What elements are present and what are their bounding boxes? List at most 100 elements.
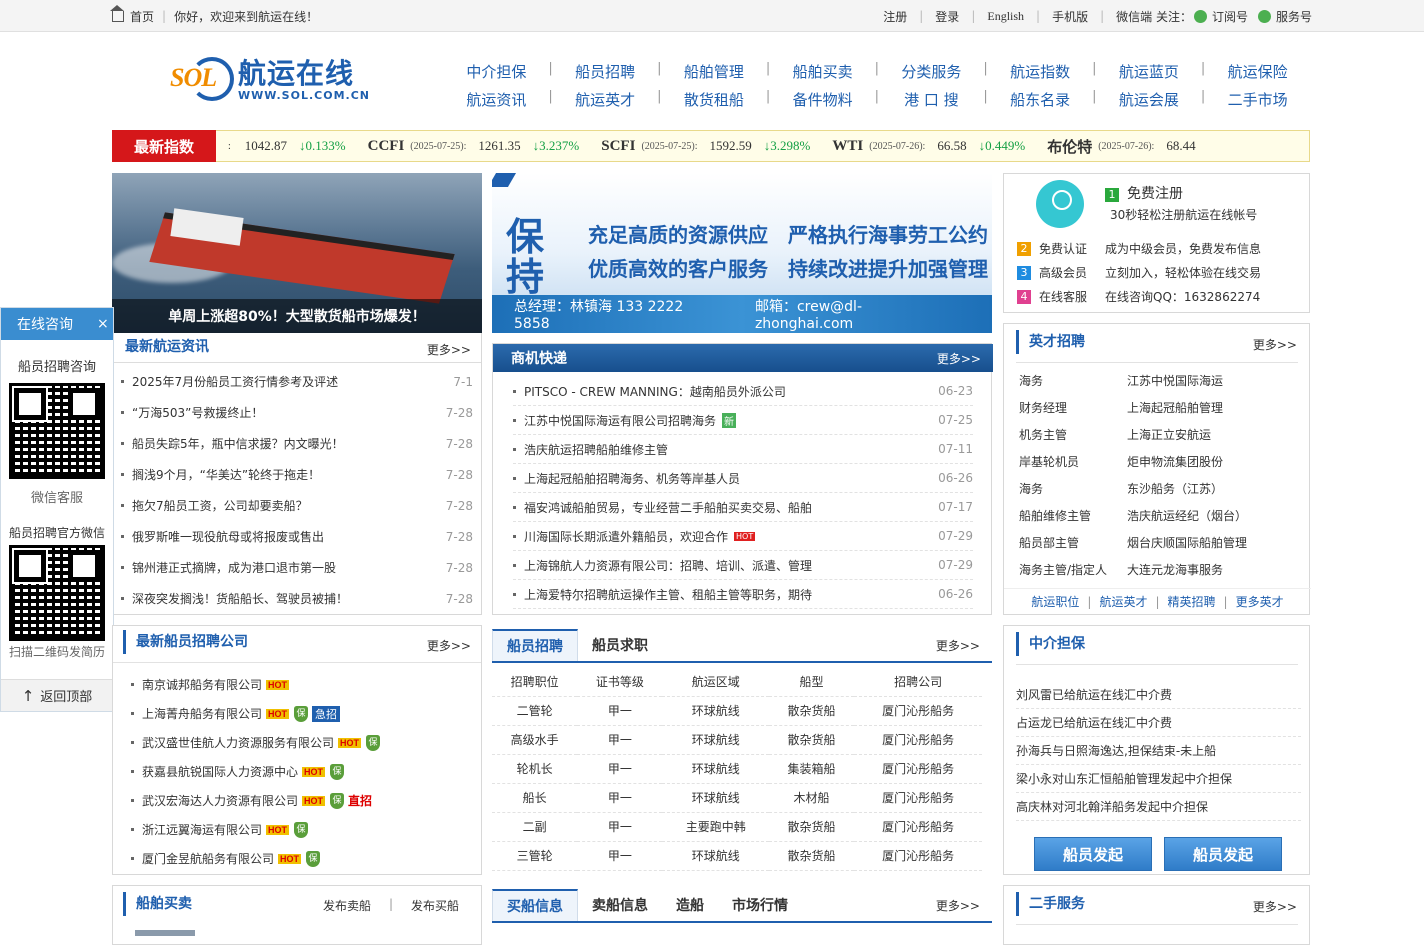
table-cell[interactable]: 二管轮 [492,696,578,726]
talent-position[interactable]: 财务经理 [1019,399,1127,416]
table-cell[interactable]: 甲一 [577,725,663,755]
company-name[interactable]: 武汉盛世佳航人力资源服务有限公司 [142,734,334,751]
companies-more-link[interactable]: 更多>> [427,637,471,654]
talent-company[interactable]: 上海正立安航运 [1127,426,1211,443]
company-item[interactable]: 获嘉县航锐国际人力资源中心 HOT 保 [131,757,471,786]
table-cell[interactable]: 环球航线 [662,725,769,755]
biz-title[interactable]: 上海起冠船舶招聘海务、机务等岸基人员 [524,470,740,487]
biz-title[interactable]: 福安鸿诚船舶贸易，专业经营二手船舶买卖交易、船舶 [524,499,812,516]
biz-title[interactable]: 上海锦航人力资源有限公司：招聘、培训、派遣、管理 [524,557,812,574]
company-name[interactable]: 武汉宏海达人力资源有限公司 [142,792,298,809]
table-cell[interactable]: 船长 [492,783,578,813]
close-icon[interactable]: × [97,316,109,332]
guarantee-item[interactable]: 占运龙已给航运在线汇中介费 [1016,709,1301,737]
talent-company[interactable]: 炬申物流集团股份 [1127,453,1223,470]
talent-position[interactable]: 海务 [1019,480,1127,497]
news-item[interactable]: 船员失踪5年，瓶中信求援？内文曝光！ 7-28 [121,428,473,459]
subscription-link[interactable]: 订阅号 [1212,8,1248,25]
news-item[interactable]: 锦州港正式摘牌，成为港口退市第一股 7-28 [121,552,473,583]
company-item[interactable]: 武汉宏海达人力资源有限公司 HOT 保直招 [131,786,471,815]
talent-company[interactable]: 上海起冠船舶管理 [1127,399,1223,416]
news-photo[interactable]: 单周上涨超80%！大型散货船市场爆发！ [112,173,482,333]
talent-position[interactable]: 海务 [1019,372,1127,389]
table-cell[interactable]: 高级水手 [492,725,578,755]
news-item[interactable]: “万海503”号救援终止！ 7-28 [121,397,473,428]
talent-foot-link[interactable]: 精英招聘 [1168,593,1216,610]
table-cell[interactable]: 散杂货船 [768,812,855,842]
ticker-index-name[interactable]: 布伦特 [1047,136,1092,157]
table-cell[interactable]: 散杂货船 [768,841,855,871]
home-icon[interactable] [110,4,124,22]
biz-title[interactable]: 上海爱特尔招聘航运操作主管、租船主管等职务，期待 [524,586,812,603]
jobs-more-link[interactable]: 更多>> [936,637,980,654]
biz-item[interactable]: 福安鸿诚船舶贸易，专业经营二手船舶买卖交易、船舶 07-17 [513,493,973,522]
news-title[interactable]: 船员失踪5年，瓶中信求援？内文曝光！ [132,435,344,452]
news-title[interactable]: 2025年7月份船员工资行情参考及评述 [132,373,338,390]
company-item[interactable]: 上海菁舟船务有限公司 HOT 保急招 [131,699,471,728]
table-row[interactable]: 船长 甲一 环球航线 木材船 厦门沁彤船务 [492,783,982,813]
company-item[interactable]: 武汉盛世佳航人力资源服务有限公司 HOT 保 [131,728,471,757]
table-cell[interactable]: 环球航线 [662,696,769,726]
table-cell[interactable]: 二副 [492,812,578,842]
talent-position[interactable]: 船员部主管 [1019,534,1127,551]
table-cell[interactable]: 厦门沁彤船务 [854,696,982,726]
talent-company[interactable]: 浩庆航运经纪（烟台） [1127,507,1247,524]
site-logo[interactable]: SOL 航运在线 WWW.SOL.COM.CN [170,57,370,103]
table-cell[interactable]: 厦门沁彤船务 [854,841,982,871]
table-row[interactable]: 轮机长 甲一 环球航线 集装箱船 厦门沁彤船务 [492,754,982,784]
guarantee-item[interactable]: 高庆林对河北翰洋船务发起中介担保 [1016,793,1301,821]
company-name[interactable]: 获嘉县航锐国际人力资源中心 [142,763,298,780]
biz-more-link[interactable]: 更多>> [937,344,981,374]
tab-trade-2[interactable]: 造船 [662,889,718,921]
news-item[interactable]: 搁浅9个月，“华美达”轮终于拖走！ 7-28 [121,459,473,490]
table-row[interactable]: 高级水手 甲一 环球航线 散杂货船 厦门沁彤船务 [492,725,982,755]
home-link[interactable]: 首页 [130,8,154,25]
nav-item[interactable]: 航运英才 [551,89,661,110]
news-title[interactable]: 拖欠7船员工资，公司却要卖船？ [132,497,308,514]
biz-title[interactable]: 江苏中悦国际海运有限公司招聘海务 [524,412,716,429]
news-title[interactable]: “万海503”号救援终止！ [132,404,263,421]
nav-item[interactable]: 港 口 搜 [877,89,987,110]
table-cell[interactable]: 主要跑中韩 [662,812,769,842]
table-cell[interactable]: 厦门沁彤船务 [854,812,982,842]
tab-jobs-0[interactable]: 船员招聘 [492,629,578,661]
company-item[interactable]: 浙江远翼海运有限公司 HOT 保 [131,815,471,844]
table-cell[interactable]: 环球航线 [662,783,769,813]
news-title[interactable]: 俄罗斯唯一现役航母或将报废或售出 [132,528,324,545]
talent-more-link[interactable]: 更多>> [1253,336,1297,353]
premium-member-link[interactable]: 高级会员 [1039,264,1105,281]
biz-item[interactable]: 川海国际长期派遣外籍船员，欢迎合作 HOT 07-29 [513,522,973,551]
table-cell[interactable]: 散杂货船 [768,725,855,755]
biz-item[interactable]: 浩庆航运招聘船舶维修主管 07-11 [513,435,973,464]
table-row[interactable]: 二副 甲一 主要跑中韩 散杂货船 厦门沁彤船务 [492,812,982,842]
publish-buy-link[interactable]: 发布买船 [411,897,459,914]
back-to-top-button[interactable]: ↑ 返回顶部 [1,679,113,711]
nav-item[interactable]: 航运资讯 [442,89,552,110]
nav-item[interactable]: 航运会展 [1095,89,1205,110]
table-cell[interactable]: 轮机长 [492,754,578,784]
table-cell[interactable]: 厦门沁彤船务 [854,783,982,813]
nav-item[interactable]: 散货租船 [660,89,770,110]
talent-foot-link[interactable]: 航运英才 [1099,593,1147,610]
table-row[interactable]: 二管轮 甲一 环球航线 散杂货船 厦门沁彤船务 [492,696,982,726]
talent-company[interactable]: 江苏中悦国际海运 [1127,372,1223,389]
company-name[interactable]: 浙江远翼海运有限公司 [142,821,262,838]
photo-caption[interactable]: 单周上涨超80%！大型散货船市场爆发！ [112,299,482,333]
table-cell[interactable]: 三管轮 [492,841,578,871]
nav-item[interactable]: 船舶管理 [660,61,770,82]
biz-item[interactable]: 上海锦航人力资源有限公司：招聘、培训、派遣、管理 07-29 [513,551,973,580]
publish-sell-link[interactable]: 发布卖船 [323,897,371,914]
register-link[interactable]: 注册 [883,8,907,25]
trade-more-link[interactable]: 更多>> [936,897,980,914]
table-cell[interactable]: 环球航线 [662,754,769,784]
crew-initiate-button-2[interactable]: 船员发起 [1164,837,1282,871]
news-title[interactable]: 搁浅9个月，“华美达”轮终于拖走！ [132,466,320,483]
mobile-link[interactable]: 手机版 [1052,8,1088,25]
talent-company[interactable]: 烟台庆顺国际船舶管理 [1127,534,1247,551]
table-cell[interactable]: 厦门沁彤船务 [854,754,982,784]
free-register-link[interactable]: 免费注册 [1127,186,1183,202]
company-item[interactable]: 厦门金昱航船务有限公司 HOT 保 [131,844,471,873]
news-item[interactable]: 深夜突发搁浅！货船船长、驾驶员被捕！ 7-28 [121,583,473,614]
nav-item[interactable]: 船舶买卖 [768,61,879,82]
news-item[interactable]: 拖欠7船员工资，公司却要卖船？ 7-28 [121,490,473,521]
